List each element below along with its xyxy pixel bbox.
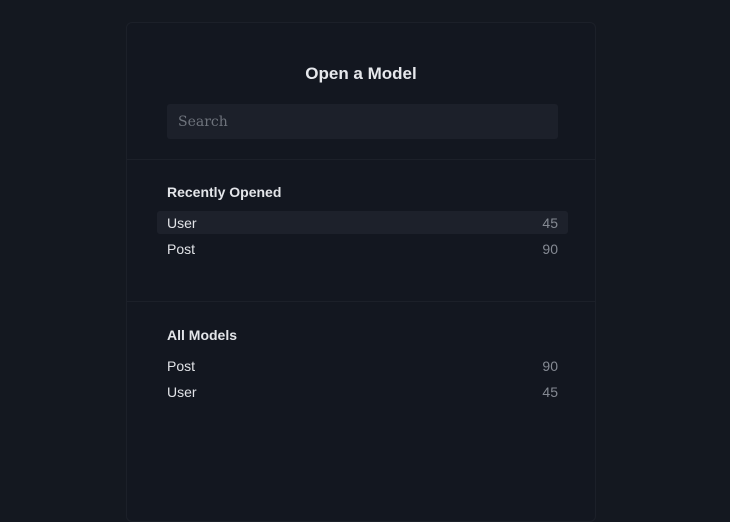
recently-opened-heading: Recently Opened xyxy=(167,184,282,200)
model-item-user[interactable]: User 45 xyxy=(157,380,568,403)
list-item-name: User xyxy=(167,214,197,231)
list-item-count: 90 xyxy=(542,357,558,374)
all-models-heading: All Models xyxy=(167,327,238,343)
list-item-count: 45 xyxy=(542,383,558,400)
model-item-post[interactable]: Post 90 xyxy=(157,354,568,377)
list-item-name: Post xyxy=(167,357,196,374)
divider xyxy=(127,159,595,160)
open-model-dialog: Open a Model Recently Opened User 45 Pos… xyxy=(126,22,596,522)
list-item-name: Post xyxy=(167,240,196,257)
list-item-name: User xyxy=(167,383,197,400)
search-input[interactable] xyxy=(167,104,558,139)
list-item-count: 45 xyxy=(542,214,558,231)
dialog-title: Open a Model xyxy=(305,64,417,83)
recent-item-post[interactable]: Post 90 xyxy=(157,237,568,260)
recent-item-user[interactable]: User 45 xyxy=(157,211,568,234)
list-item-count: 90 xyxy=(542,240,558,257)
divider xyxy=(127,301,595,302)
